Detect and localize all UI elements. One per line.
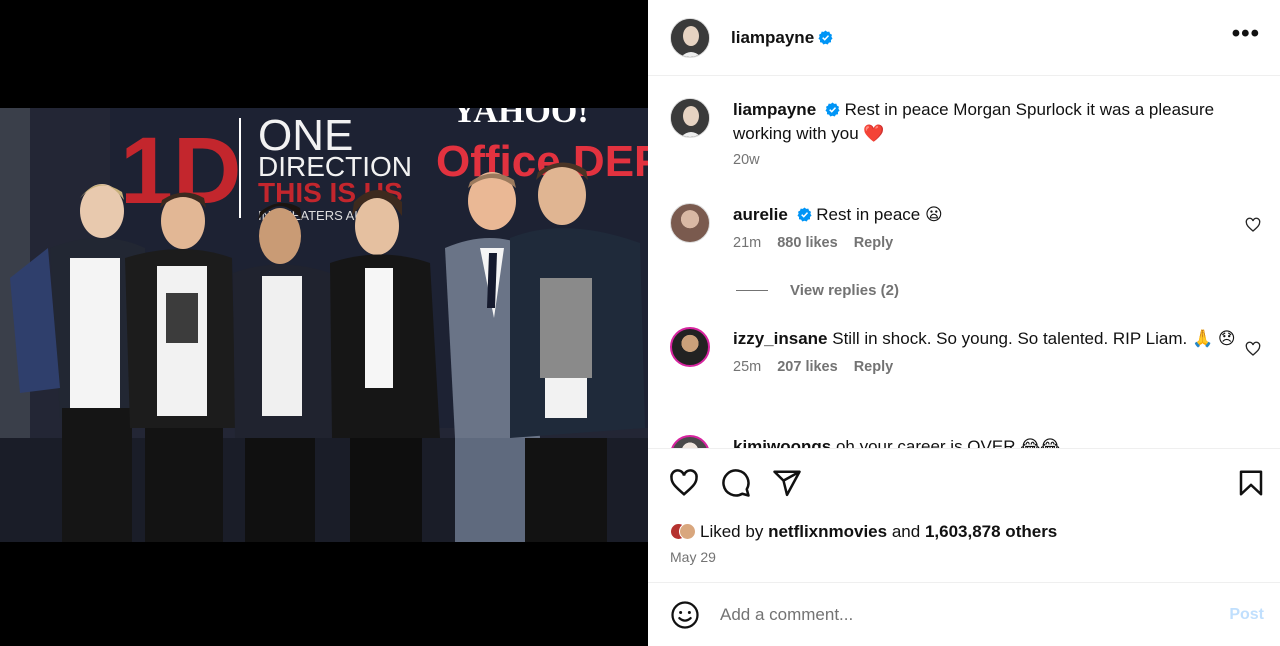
- add-comment-bar: Post: [648, 584, 1280, 646]
- commenter-avatar[interactable]: [670, 203, 710, 243]
- liked-by-user[interactable]: netflixnmovies: [768, 522, 887, 542]
- comment-text: oh your career is OVER: [835, 437, 1016, 448]
- comment-icon[interactable]: [721, 468, 751, 498]
- post-photo: 1D ONE DIRECTION THIS IS US IN THEATERS …: [0, 108, 648, 542]
- bookmark-icon[interactable]: [1236, 468, 1266, 498]
- likes-summary: Liked by netflixnmovies and 1,603,878 ot…: [670, 521, 1057, 543]
- view-replies-label: View replies (2): [790, 282, 899, 299]
- share-icon[interactable]: [772, 468, 802, 498]
- post-actions: Liked by netflixnmovies and 1,603,878 ot…: [648, 448, 1280, 583]
- verified-icon: [818, 30, 833, 45]
- commenter-avatar[interactable]: [670, 435, 710, 448]
- caption-username[interactable]: liampayne: [733, 100, 816, 119]
- view-replies-button[interactable]: View replies (2): [736, 282, 899, 299]
- post-date: May 29: [670, 549, 716, 565]
- verified-icon: [825, 102, 840, 117]
- post-panel: liampayne ••• liampayne Rest in peace Mo…: [648, 0, 1280, 646]
- photo-illustration: 1D ONE DIRECTION THIS IS US IN THEATERS …: [0, 108, 648, 542]
- comments-list[interactable]: liampayne Rest in peace Morgan Spurlock …: [648, 77, 1280, 448]
- post-header: liampayne •••: [648, 0, 1280, 76]
- view-replies-line: [736, 290, 768, 291]
- commenter-username[interactable]: aurelie: [733, 205, 788, 224]
- author-avatar[interactable]: [670, 17, 710, 58]
- verified-icon: [797, 207, 812, 222]
- comment-likes[interactable]: 880 likes: [777, 235, 837, 251]
- author-username[interactable]: liampayne: [731, 28, 814, 48]
- comment-input[interactable]: [720, 605, 1200, 625]
- comment-likes[interactable]: 207 likes: [777, 359, 837, 375]
- post-caption: liampayne Rest in peace Morgan Spurlock …: [670, 98, 1260, 168]
- liked-and: and: [891, 522, 921, 541]
- commenter-username[interactable]: kimiwoongs: [733, 437, 831, 448]
- liked-prefix: Liked by: [700, 522, 764, 541]
- caption-emoji: ❤️: [863, 124, 885, 143]
- comment-text: Rest in peace: [816, 205, 921, 224]
- emoji-icon[interactable]: [670, 600, 700, 630]
- sign-sponsor: YAHOO!: [452, 108, 589, 130]
- liked-count[interactable]: 1,603,878 others: [925, 522, 1057, 542]
- reply-button[interactable]: Reply: [854, 359, 894, 375]
- caption-age: 20w: [733, 152, 760, 168]
- more-options-icon[interactable]: •••: [1232, 22, 1260, 46]
- reply-button[interactable]: Reply: [854, 235, 894, 251]
- comment-age: 21m: [733, 235, 762, 251]
- comment-row: aurelie Rest in peace 😦 21m 880 likes Re…: [670, 203, 1261, 251]
- comment-row: kimiwoongs oh your career is OVER 😂😂: [670, 435, 1260, 448]
- commenter-avatar[interactable]: [670, 327, 710, 367]
- like-heart-icon[interactable]: [669, 468, 699, 498]
- comment-row: izzy_insane Still in shock. So young. So…: [670, 327, 1261, 375]
- comment-heart-icon[interactable]: [1245, 341, 1261, 357]
- post-comment-button[interactable]: Post: [1229, 606, 1264, 624]
- comment-emoji: 🙏 😞: [1191, 329, 1236, 348]
- comment-text: Still in shock. So young. So talented. R…: [832, 329, 1188, 348]
- post-media[interactable]: 1D ONE DIRECTION THIS IS US IN THEATERS …: [0, 0, 648, 646]
- comment-emoji: 😂😂: [1020, 437, 1060, 448]
- comment-age: 25m: [733, 359, 762, 375]
- caption-avatar[interactable]: [670, 98, 710, 138]
- comment-heart-icon[interactable]: [1245, 217, 1261, 233]
- comment-emoji: 😦: [924, 205, 943, 224]
- liker-avatars: [670, 521, 696, 543]
- commenter-username[interactable]: izzy_insane: [733, 329, 828, 348]
